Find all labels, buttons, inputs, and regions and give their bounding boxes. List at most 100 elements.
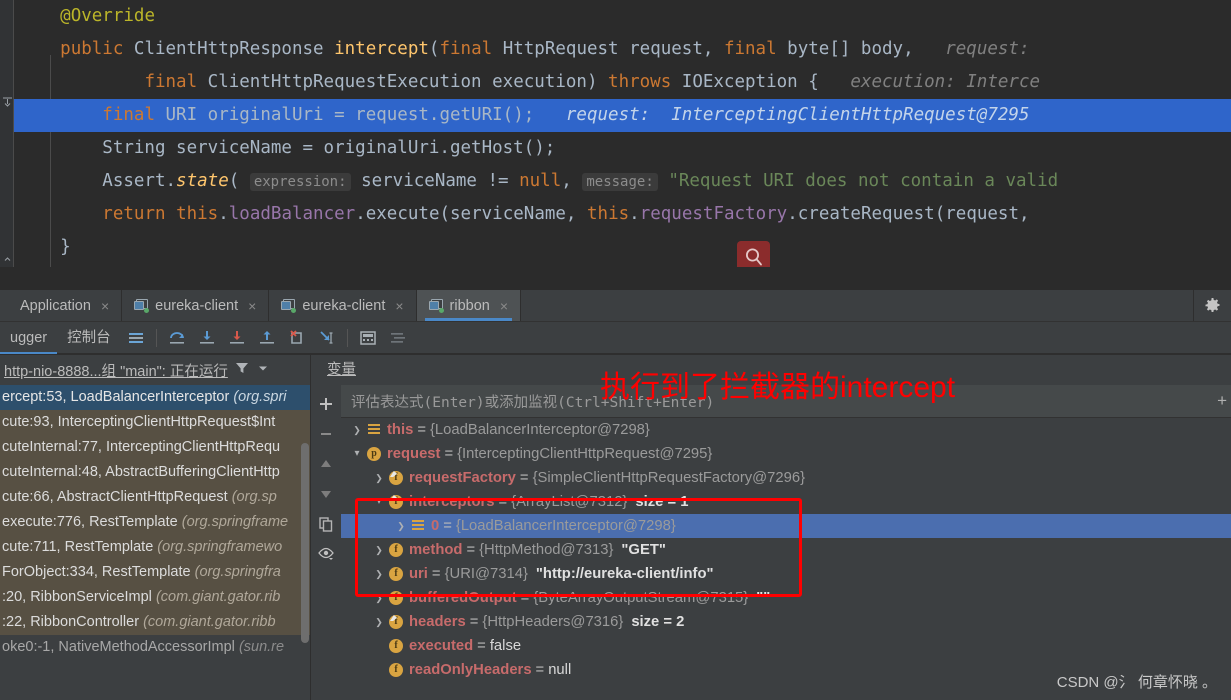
add-watch-icon[interactable] [311,389,341,419]
move-down-icon[interactable] [311,479,341,509]
frames-panel[interactable]: http-nio-8888...组 "main": 正在运行 ercept:53… [0,355,310,700]
variable-ref: {HttpMethod@7313} [479,542,614,558]
tab-ribbon-3[interactable]: ribbon × [416,290,522,321]
run-to-cursor-icon[interactable] [313,325,341,351]
frame-row[interactable]: cuteInternal:48, AbstractBufferingClient… [0,460,310,485]
run-config-icon [428,298,444,313]
code-line[interactable]: String serviceName = originalUri.getHost… [14,132,1231,165]
variable-row[interactable]: ▾ f interceptors = {ArrayList@7312} size = 1 [341,490,1231,514]
code-line[interactable]: @Override [14,0,1231,33]
editor-hscroll-track[interactable] [0,267,1231,556]
close-icon[interactable]: × [500,298,508,314]
code-token: . [218,204,229,224]
frame-row[interactable]: execute:776, RestTemplate (org.springfra… [0,510,310,535]
frames-icon[interactable] [122,325,150,351]
watch-eye-icon[interactable] [311,539,341,569]
thread-selector-label[interactable]: http-nio-8888...组 "main": 正在运行 [4,360,228,381]
variables-panel[interactable]: 变量 评估表达式(Enter)或添加监视(Ctrl+Shift+Enter) +… [311,355,1231,700]
variable-row[interactable]: ❯ f uri = {URI@7314} "http://eureka-client/in… [341,562,1231,586]
frame-row[interactable]: cuteInternal:77, InterceptingClientHttpR… [0,435,310,460]
debug-tab-控制台[interactable]: 控制台 [57,322,121,354]
copy-value-icon[interactable] [311,509,341,539]
add-watch-right-icon[interactable]: + [1217,391,1227,411]
close-icon[interactable]: × [101,298,109,314]
chevron-down-icon[interactable]: ▾ [371,490,387,514]
chevron-right-icon[interactable]: ❯ [371,562,387,586]
remove-watch-icon[interactable] [311,419,341,449]
frames-scroll-thumb[interactable] [301,443,309,643]
gear-icon[interactable] [1193,290,1231,321]
variable-row[interactable]: ❯ f requestFactory = {SimpleClientHttpReques… [341,466,1231,490]
debug-toolbar[interactable]: ugger 控制台 [0,322,1231,354]
frame-location: cute:93, InterceptingClientHttpRequest$I… [2,414,276,430]
variable-ref: {ByteArrayOutputStream@7315} [533,590,749,606]
chevron-right-icon[interactable]: ❯ [371,538,387,562]
code-editor[interactable]: @Override public ClientHttpResponse inte… [0,0,1231,267]
close-icon[interactable]: × [395,298,403,314]
code-token: Assert. [18,171,177,191]
code-line[interactable]: } [14,231,1231,264]
code-line[interactable]: public ClientHttpResponse intercept(fina… [14,33,1231,66]
variable-row[interactable]: ▾ p request = {InterceptingClientHttpRequest… [341,442,1231,466]
field-icon: f [387,565,405,583]
variable-name: 0 [431,518,440,534]
chevron-right-icon[interactable]: ❯ [371,466,387,490]
frames-scrollbar[interactable] [300,385,310,700]
variable-row[interactable]: ❯ f method = {HttpMethod@7313} "GET" [341,538,1231,562]
variable-ref: {InterceptingClientHttpRequest@7295} [457,446,713,462]
run-tab-bar[interactable]: Application × eureka-client × eureka-client ×… [0,290,1231,322]
chevron-down-icon[interactable] [256,361,270,379]
code-token: return [102,204,166,224]
frame-row[interactable]: ForObject:334, RestTemplate (org.springf… [0,560,310,585]
tab-eureka-client-1[interactable]: eureka-client × [122,290,270,321]
frame-row[interactable]: cute:93, InterceptingClientHttpRequest$I… [0,410,310,435]
evaluate-expression-icon[interactable] [354,325,382,351]
chevron-right-icon[interactable]: ❯ [349,418,365,442]
close-icon[interactable]: × [248,298,256,314]
fold-marker-method[interactable] [2,96,13,107]
variable-row[interactable]: ❯ this = {LoadBalancerInterceptor@7298} [341,418,1231,442]
editor-gutter[interactable] [0,0,14,267]
move-up-icon[interactable] [311,449,341,479]
frame-row[interactable]: ercept:53, LoadBalancerInterceptor (org.… [0,385,310,410]
field-icon: f [387,637,405,655]
variable-row[interactable]: ❯ f bufferedOutput = {ByteArrayOutputStream@… [341,586,1231,610]
variables-tree[interactable]: ❯ this = {LoadBalancerInterceptor@7298} ▾ p re… [341,418,1231,700]
frame-row[interactable]: oke0:-1, NativeMethodAccessorImpl (sun.r… [0,635,310,660]
variable-row[interactable]: f executed = false [341,634,1231,658]
step-over-icon[interactable] [163,325,191,351]
variables-toolbar[interactable] [311,385,341,700]
step-out-icon[interactable] [253,325,281,351]
frame-row[interactable]: :20, RibbonServiceImpl (com.giant.gator.… [0,585,310,610]
variable-row[interactable]: ❯ 0 = {LoadBalancerInterceptor@7298} [341,514,1231,538]
frame-row[interactable]: :22, RibbonController (com.giant.gator.r… [0,610,310,635]
frames-header[interactable]: http-nio-8888...组 "main": 正在运行 [0,355,310,385]
code-line[interactable]: return this.loadBalancer.execute(service… [14,198,1231,231]
force-step-into-icon[interactable] [223,325,251,351]
frame-row[interactable]: cute:66, AbstractClientHttpRequest (org.… [0,485,310,510]
debug-tab-ugger[interactable]: ugger [0,322,58,354]
code-lines[interactable]: @Override public ClientHttpResponse inte… [14,0,1231,267]
chevron-down-icon[interactable]: ▾ [349,442,365,466]
code-line[interactable]: Assert.state( expression: serviceName !=… [14,165,1231,198]
frames-list[interactable]: ercept:53, LoadBalancerInterceptor (org.… [0,385,310,660]
chevron-right-icon[interactable]: ❯ [393,514,409,538]
chevron-right-icon[interactable]: ❯ [371,586,387,610]
filter-icon[interactable] [234,360,250,380]
drop-frame-icon[interactable] [283,325,311,351]
settings-list-icon[interactable] [384,325,412,351]
variable-equals: = [431,566,441,582]
code-line[interactable]: final ClientHttpRequestExecution executi… [14,66,1231,99]
tab-eureka-client-2[interactable]: eureka-client × [269,290,417,321]
variable-row[interactable]: ❯ f headers = {HttpHeaders@7316} size = 2 [341,610,1231,634]
object-ref-icon [409,517,427,535]
tab-application-0[interactable]: Application × [0,290,123,321]
frame-row[interactable]: cute:711, RestTemplate (org.springframew… [0,535,310,560]
step-into-icon[interactable] [193,325,221,351]
code-line[interactable]: final URI originalUri = request.getURI()… [14,99,1231,132]
fold-marker-end[interactable] [2,254,13,265]
search-icon[interactable] [737,241,770,267]
chevron-right-icon[interactable]: ❯ [371,610,387,634]
